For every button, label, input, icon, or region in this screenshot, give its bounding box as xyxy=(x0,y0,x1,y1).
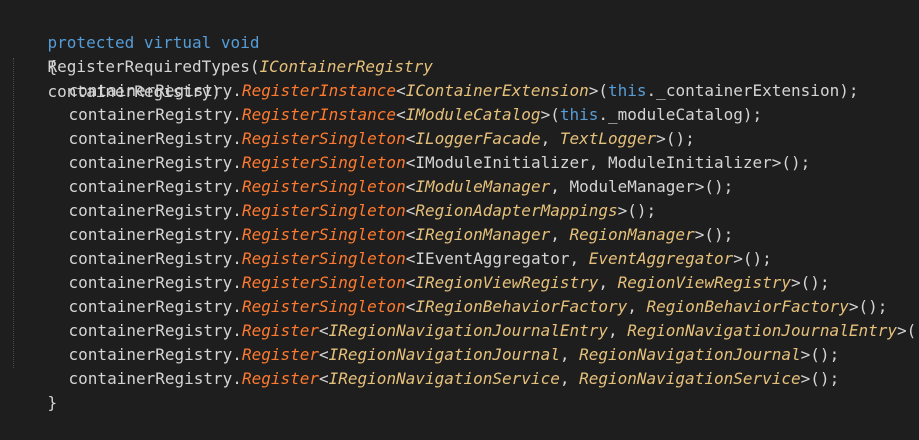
generic-close: > xyxy=(896,321,907,341)
method-call: Register xyxy=(241,369,319,389)
object-name: containerRegistry xyxy=(68,369,233,389)
code-line-11[interactable]: containerRegistry.Register<IRegionNaviga… xyxy=(30,295,919,340)
method-signature-line[interactable]: protected virtual void RegisterRequiredT… xyxy=(9,7,433,100)
closing-brace-line[interactable]: } xyxy=(9,367,58,412)
member-access-dot: . xyxy=(232,369,242,389)
code-editor[interactable]: protected virtual void RegisterRequiredT… xyxy=(0,0,919,412)
code-line-5[interactable]: containerRegistry.RegisterSingleton<IMod… xyxy=(30,151,734,196)
code-line-10[interactable]: containerRegistry.RegisterSingleton<IReg… xyxy=(30,271,888,316)
opening-brace-line[interactable]: { xyxy=(9,31,58,76)
statement-end: ); xyxy=(839,81,859,101)
code-line-12[interactable]: containerRegistry.Register<IRegionNaviga… xyxy=(30,319,840,364)
statement-end: (); xyxy=(704,177,734,197)
code-line-7[interactable]: containerRegistry.RegisterSingleton<IReg… xyxy=(30,199,734,244)
code-line-1[interactable]: containerRegistry.RegisterInstance<ICont… xyxy=(30,55,859,100)
generic-open: < xyxy=(319,369,329,389)
code-line-8[interactable]: containerRegistry.RegisterSingleton<IEve… xyxy=(30,223,772,268)
code-line-3[interactable]: containerRegistry.RegisterSingleton<ILog… xyxy=(30,103,695,148)
statement-end: (); xyxy=(906,321,919,341)
generic-separator: , xyxy=(559,369,580,389)
method-modifiers: protected virtual void xyxy=(47,33,260,53)
statement-end: (); xyxy=(810,369,840,389)
statement-end: (); xyxy=(781,153,811,173)
generic-type-2: RegionNavigationService xyxy=(579,369,801,389)
generic-close: > xyxy=(771,153,782,173)
code-line-6[interactable]: containerRegistry.RegisterSingleton<Regi… xyxy=(30,175,657,220)
generic-close: > xyxy=(694,177,705,197)
generic-close: > xyxy=(800,369,811,389)
statement-end: ); xyxy=(742,105,763,125)
code-line-13[interactable]: containerRegistry.Register<IRegionNaviga… xyxy=(30,343,840,388)
code-line-9[interactable]: containerRegistry.RegisterSingleton<IReg… xyxy=(30,247,830,292)
code-line-2[interactable]: containerRegistry.RegisterInstance<IModu… xyxy=(30,79,763,124)
generic-type-1: IRegionNavigationService xyxy=(328,369,560,389)
code-line-4[interactable]: containerRegistry.RegisterSingleton<IMod… xyxy=(30,127,811,172)
closing-brace: } xyxy=(47,393,58,413)
